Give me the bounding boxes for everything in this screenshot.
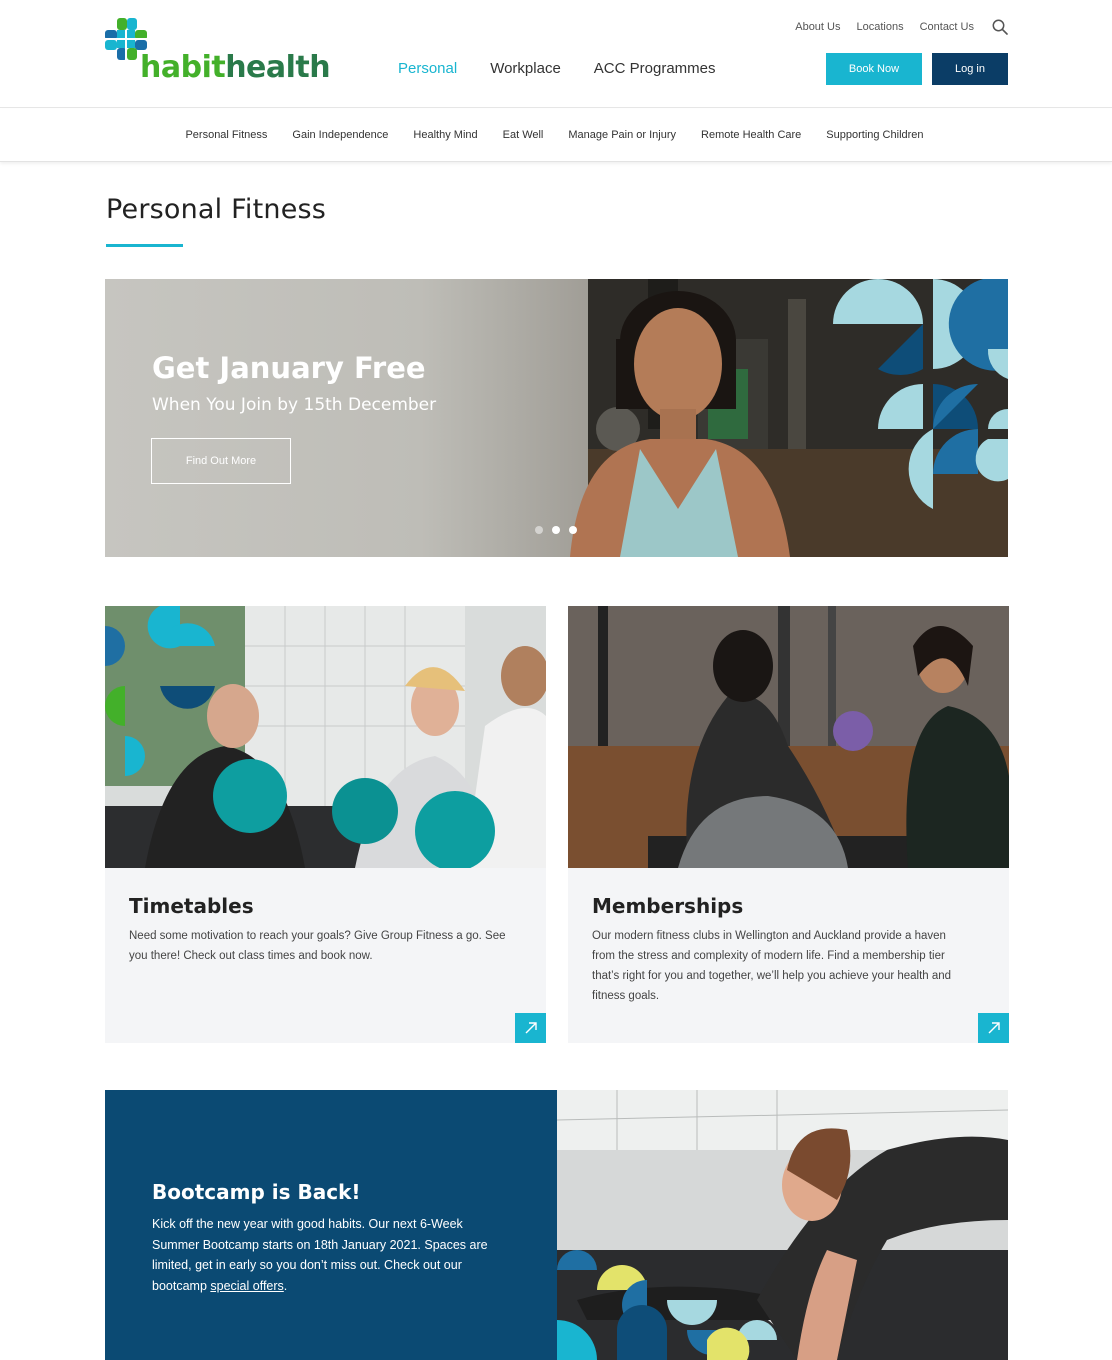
hero-subtitle: When You Join by 15th December	[152, 395, 437, 415]
nav-workplace[interactable]: Workplace	[490, 60, 561, 77]
login-button[interactable]: Log in	[932, 53, 1008, 85]
nav-personal[interactable]: Personal	[398, 60, 457, 77]
subnav-eat-well[interactable]: Eat Well	[503, 129, 544, 141]
arrow-up-right-icon	[525, 1022, 537, 1034]
memberships-arrow-button[interactable]	[978, 1013, 1009, 1043]
memberships-card[interactable]: Memberships Our modern fitness clubs in …	[568, 606, 1009, 1043]
timetables-title: Timetables	[129, 894, 254, 918]
timetables-arrow-button[interactable]	[515, 1013, 546, 1043]
carousel-dot-1[interactable]	[535, 526, 543, 534]
carousel-dots	[535, 526, 577, 534]
memberships-photo	[568, 606, 1009, 868]
subnav-healthy-mind[interactable]: Healthy Mind	[413, 129, 477, 141]
hero-banner: Get January Free When You Join by 15th D…	[105, 279, 1008, 557]
utility-nav: About Us Locations Contact Us	[795, 19, 1008, 35]
main-nav: Personal Workplace ACC Programmes	[398, 60, 716, 77]
site-header: habithealth About Us Locations Contact U…	[0, 0, 1112, 108]
find-out-more-button[interactable]: Find Out More	[151, 438, 291, 484]
hero-woman-photo	[570, 291, 790, 557]
timetables-description: Need some motivation to reach your goals…	[129, 930, 506, 962]
sub-nav: Personal Fitness Gain Independence Healt…	[0, 109, 1112, 162]
bootcamp-description: Kick off the new year with good habits. …	[152, 1217, 488, 1293]
contact-us-link[interactable]: Contact Us	[920, 21, 974, 33]
hero-title: Get January Free	[152, 351, 426, 385]
timetables-card[interactable]: Timetables Need some motivation to reach…	[105, 606, 546, 1043]
arrow-up-right-icon	[988, 1022, 1000, 1034]
bootcamp-text-panel: Bootcamp is Back! Kick off the new year …	[105, 1090, 557, 1360]
book-now-button[interactable]: Book Now	[826, 53, 922, 85]
memberships-title: Memberships	[592, 894, 744, 918]
memberships-description: Our modern fitness clubs in Wellington a…	[592, 930, 952, 1002]
about-us-link[interactable]: About Us	[795, 21, 840, 33]
carousel-dot-3[interactable]	[569, 526, 577, 534]
subnav-gain-independence[interactable]: Gain Independence	[292, 129, 388, 141]
nav-acc-programmes[interactable]: ACC Programmes	[594, 60, 716, 77]
carousel-dot-2[interactable]	[552, 526, 560, 534]
bootcamp-section: Bootcamp is Back! Kick off the new year …	[105, 1090, 1008, 1360]
bootcamp-photo	[557, 1090, 1008, 1360]
subnav-manage-pain[interactable]: Manage Pain or Injury	[568, 129, 676, 141]
special-offers-link[interactable]: special offers	[210, 1279, 283, 1293]
locations-link[interactable]: Locations	[856, 21, 903, 33]
timetables-photo	[105, 606, 546, 868]
logo-wordmark: habithealth	[140, 50, 331, 85]
habithealth-logo[interactable]: habithealth	[105, 18, 331, 85]
title-underline	[106, 244, 183, 247]
bootcamp-title: Bootcamp is Back!	[152, 1180, 361, 1204]
page-title: Personal Fitness	[106, 194, 327, 225]
subnav-remote-health-care[interactable]: Remote Health Care	[701, 129, 801, 141]
subnav-personal-fitness[interactable]: Personal Fitness	[185, 129, 267, 141]
search-icon[interactable]	[992, 19, 1008, 35]
hero-pattern-graphic	[833, 279, 1008, 509]
subnav-supporting-children[interactable]: Supporting Children	[826, 129, 923, 141]
